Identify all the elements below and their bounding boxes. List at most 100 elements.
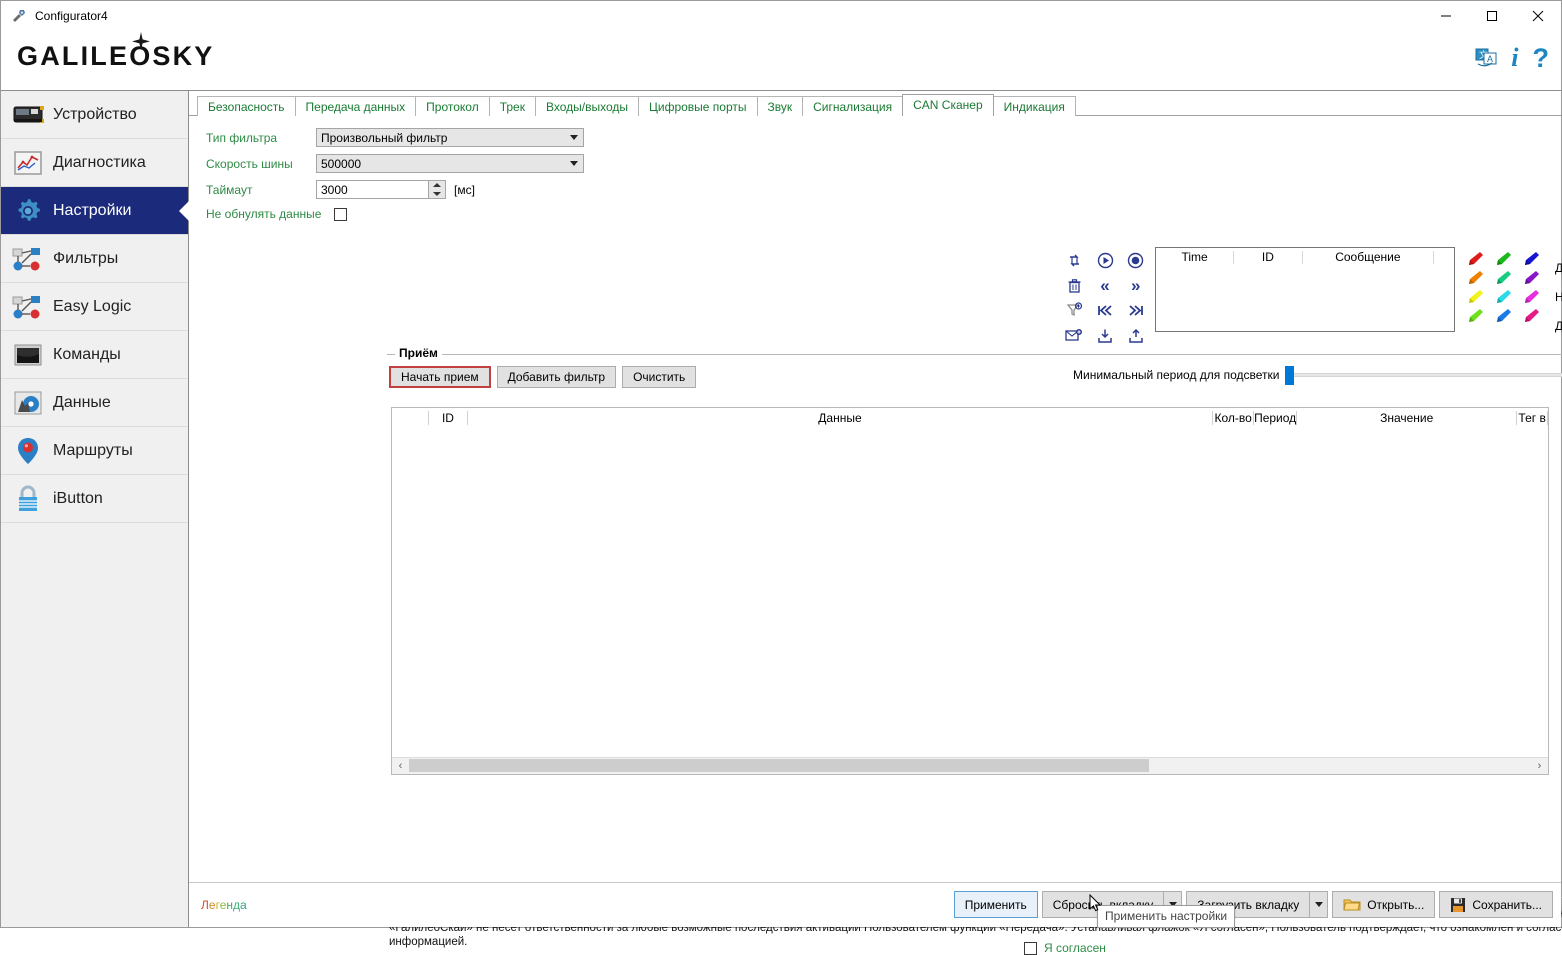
slider-thumb[interactable] [1284, 366, 1294, 385]
galileosky-logo: GALILEOSKY [17, 32, 215, 70]
color-marker-teal[interactable] [1489, 268, 1517, 287]
color-marker-azure[interactable] [1489, 306, 1517, 325]
first-icon[interactable] [1090, 298, 1121, 323]
timeout-stepper[interactable]: 3000 [316, 180, 446, 199]
message-col-message[interactable]: Сообщение [1303, 250, 1435, 264]
minimize-button[interactable] [1423, 1, 1469, 31]
sidebar-item-data[interactable]: Данные [1, 379, 188, 427]
sidebar-item-label: Настройки [53, 201, 132, 219]
data-col-data[interactable]: Данные [468, 411, 1214, 425]
data-col-tag[interactable]: Тег в [1517, 411, 1548, 425]
sidebar-item-easy-logic[interactable]: Easy Logic [1, 283, 188, 331]
maximize-button[interactable] [1469, 1, 1515, 31]
refresh-icon[interactable] [1059, 248, 1090, 273]
window-title: Configurator4 [35, 9, 108, 23]
sidebar-item-settings[interactable]: Настройки [1, 187, 189, 235]
start-receive-button[interactable]: Начать прием [389, 366, 491, 388]
info-icon[interactable]: i [1511, 45, 1518, 71]
data-col-id[interactable]: ID [429, 411, 468, 425]
color-marker-purple[interactable] [1517, 268, 1545, 287]
footer-bar: Легенда Применить Сбросить вкладку Загру… [189, 882, 1561, 927]
legend-link[interactable]: Легенда [201, 898, 247, 912]
filter-add-icon[interactable] [1059, 298, 1090, 323]
apply-button[interactable]: Применить [953, 891, 1038, 918]
load-tab-dropdown[interactable] [1309, 891, 1329, 918]
color-marker-lime[interactable] [1461, 306, 1489, 325]
bus-speed-row: Скорость шины 500000 [206, 151, 606, 176]
tab-protocol[interactable]: Протокол [415, 96, 490, 116]
stepper-buttons[interactable] [428, 181, 445, 198]
color-marker-grid [1461, 249, 1545, 325]
next-icon[interactable]: » [1120, 273, 1151, 298]
tab-indication[interactable]: Индикация [992, 96, 1076, 116]
tab-alarm[interactable]: Сигнализация [802, 96, 904, 116]
save-button-label: Сохранить... [1472, 897, 1542, 912]
last-icon[interactable] [1120, 298, 1151, 323]
stepper-down[interactable] [429, 190, 445, 199]
color-marker-cyan[interactable] [1489, 287, 1517, 306]
sidebar-item-filters[interactable]: Фильтры [1, 235, 188, 283]
toolbar-row [1059, 298, 1151, 323]
filter-type-label: Тип фильтра [206, 130, 278, 145]
tab-sound[interactable]: Звук [756, 96, 804, 116]
tab-data-transfer[interactable]: Передача данных [294, 96, 417, 116]
sidebar-item-device[interactable]: Устройство [1, 91, 188, 139]
color-marker-magenta[interactable] [1517, 287, 1545, 306]
agree-checkbox[interactable] [1024, 941, 1037, 955]
hex-label: Hex [1555, 289, 1562, 304]
sidebar-item-label: Easy Logic [53, 297, 132, 315]
stepper-up[interactable] [429, 181, 445, 190]
prev-icon[interactable]: « [1090, 273, 1121, 298]
color-marker-pink[interactable] [1517, 306, 1545, 325]
import-icon[interactable] [1090, 323, 1121, 348]
console-icon [9, 338, 47, 372]
data-table-hscrollbar[interactable]: ‹ › [392, 757, 1548, 774]
sidebar-item-diagnostics[interactable]: Диагностика [1, 139, 188, 187]
save-button[interactable]: Сохранить... [1439, 891, 1553, 918]
message-col-time[interactable]: Time [1156, 250, 1235, 264]
translate-icon[interactable]: 文 A [1475, 47, 1497, 69]
help-icon[interactable]: ? [1533, 45, 1550, 72]
add-filter-button[interactable]: Добавить фильтр [496, 366, 617, 388]
can-message-table[interactable]: Time ID Сообщение [1155, 247, 1455, 332]
highlight-period-slider[interactable] [1284, 366, 1562, 385]
color-marker-orange[interactable] [1461, 268, 1489, 287]
tab-track[interactable]: Трек [488, 96, 536, 116]
sidebar-item-ibutton[interactable]: iButton [1, 475, 188, 523]
no-reset-checkbox[interactable] [334, 207, 347, 221]
bus-speed-select[interactable]: 500000 [316, 154, 584, 173]
color-marker-red[interactable] [1461, 249, 1489, 268]
can-data-table[interactable]: ID Данные Кол-во Период Значение Тег в ‹… [391, 407, 1549, 775]
tab-security[interactable]: Безопасность [197, 96, 296, 116]
tab-inputs-outputs[interactable]: Входы/выходы [534, 96, 639, 116]
hscroll-thumb[interactable] [409, 759, 1149, 772]
trash-icon[interactable] [1059, 273, 1090, 298]
tab-can-scanner[interactable]: CAN Сканер [902, 94, 994, 117]
mail-add-icon[interactable] [1059, 323, 1090, 348]
data-col-blank[interactable] [392, 411, 430, 425]
hscroll-track[interactable] [409, 758, 1531, 774]
data-col-value[interactable]: Значение [1297, 411, 1518, 425]
data-col-period[interactable]: Период [1254, 411, 1298, 425]
open-button[interactable]: Открыть... [1332, 891, 1436, 918]
scroll-left-icon[interactable]: ‹ [392, 758, 409, 774]
tab-digital-ports[interactable]: Цифровые порты [637, 96, 758, 116]
color-marker-green[interactable] [1489, 249, 1517, 268]
color-marker-yellow[interactable] [1461, 287, 1489, 306]
clear-button[interactable]: Очистить [622, 366, 697, 388]
sidebar-item-label: Фильтры [53, 249, 119, 267]
message-col-id[interactable]: ID [1234, 250, 1303, 264]
sidebar-item-commands[interactable]: Команды [1, 331, 188, 379]
close-button[interactable] [1515, 1, 1561, 31]
can-toolbar: « » [1059, 248, 1151, 348]
scroll-right-icon[interactable]: › [1531, 758, 1548, 774]
data-col-count[interactable]: Кол-во [1213, 411, 1255, 425]
message-col-extra[interactable] [1434, 251, 1454, 264]
sidebar-item-routes[interactable]: Маршруты [1, 427, 188, 475]
filter-type-select[interactable]: Произвольный фильтр [316, 128, 584, 147]
value-fields: Дес. Hex Двоич. [1555, 253, 1562, 340]
record-icon[interactable] [1120, 248, 1151, 273]
color-marker-blue[interactable] [1517, 249, 1545, 268]
export-icon[interactable] [1120, 323, 1151, 348]
play-icon[interactable] [1090, 248, 1121, 273]
